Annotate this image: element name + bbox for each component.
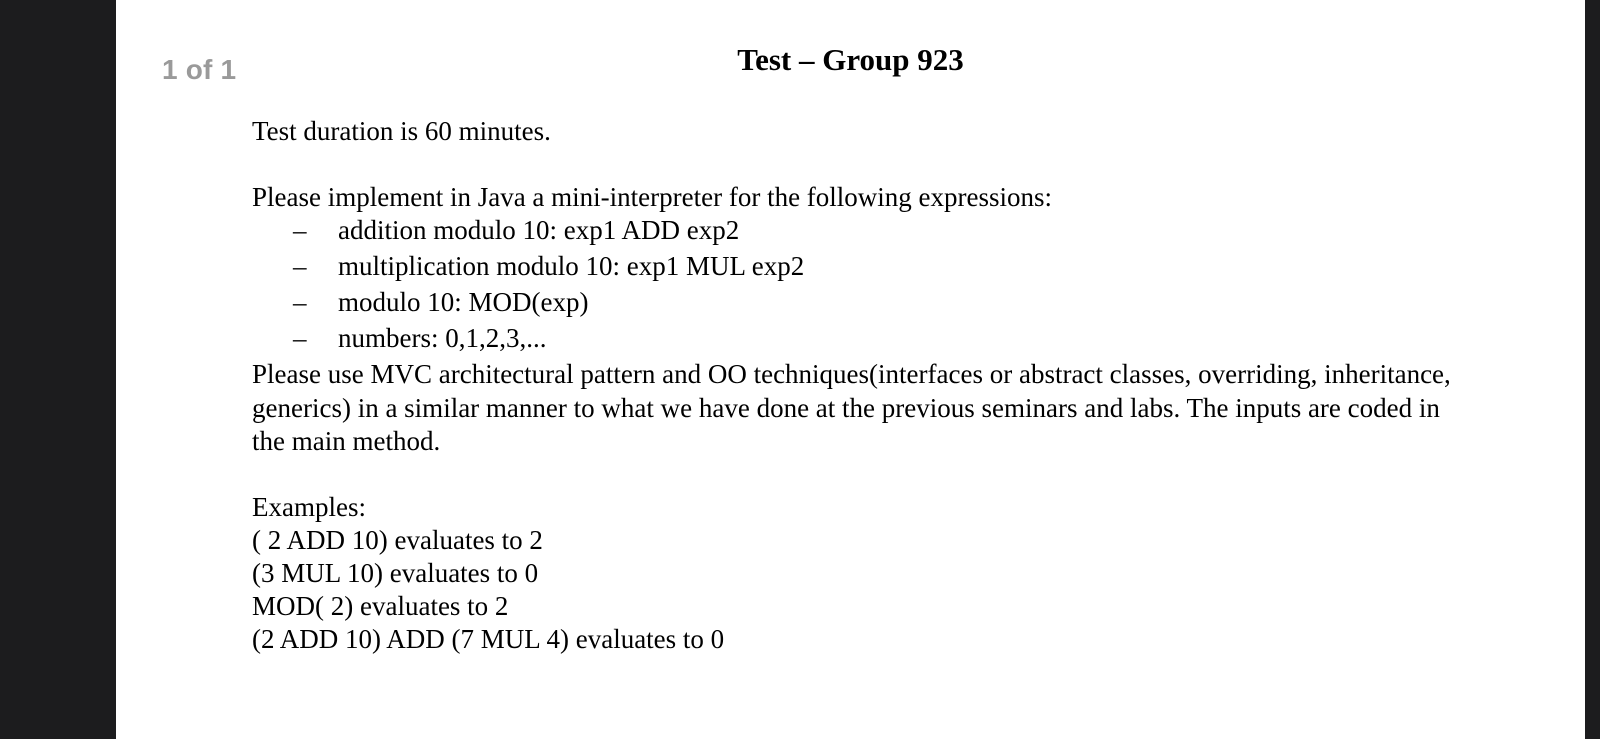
examples-heading: Examples: — [252, 492, 366, 522]
document-page: 1 of 1 Test – Group 923 Test duration is… — [116, 0, 1585, 739]
list-item-text: addition modulo 10: exp1 ADD exp2 — [338, 215, 740, 245]
example-line: ( 2 ADD 10) evaluates to 2 — [252, 525, 543, 555]
example-line: (3 MUL 10) evaluates to 0 — [252, 558, 539, 588]
example-line: (2 ADD 10) ADD (7 MUL 4) evaluates to 0 — [252, 624, 725, 654]
duration-text: Test duration is 60 minutes. — [252, 116, 551, 146]
left-gutter — [0, 0, 116, 739]
bullet-dash: – — [293, 215, 307, 245]
list-item-text: modulo 10: MOD(exp) — [338, 287, 589, 317]
list-item-text: numbers: 0,1,2,3,... — [338, 323, 547, 353]
right-gutter — [1585, 0, 1600, 739]
list-item-text: multiplication modulo 10: exp1 MUL exp2 — [338, 251, 805, 281]
document-viewer: 1 of 1 Test – Group 923 Test duration is… — [0, 0, 1600, 739]
bullet-dash: – — [293, 323, 307, 353]
bullet-dash: – — [293, 287, 307, 317]
example-line: MOD( 2) evaluates to 2 — [252, 591, 509, 621]
intro-text: Please implement in Java a mini-interpre… — [252, 182, 1053, 212]
instructions-paragraph: Please use MVC architectural pattern and… — [252, 359, 1451, 456]
document-title: Test – Group 923 — [737, 42, 964, 77]
bullet-dash: – — [293, 251, 307, 281]
